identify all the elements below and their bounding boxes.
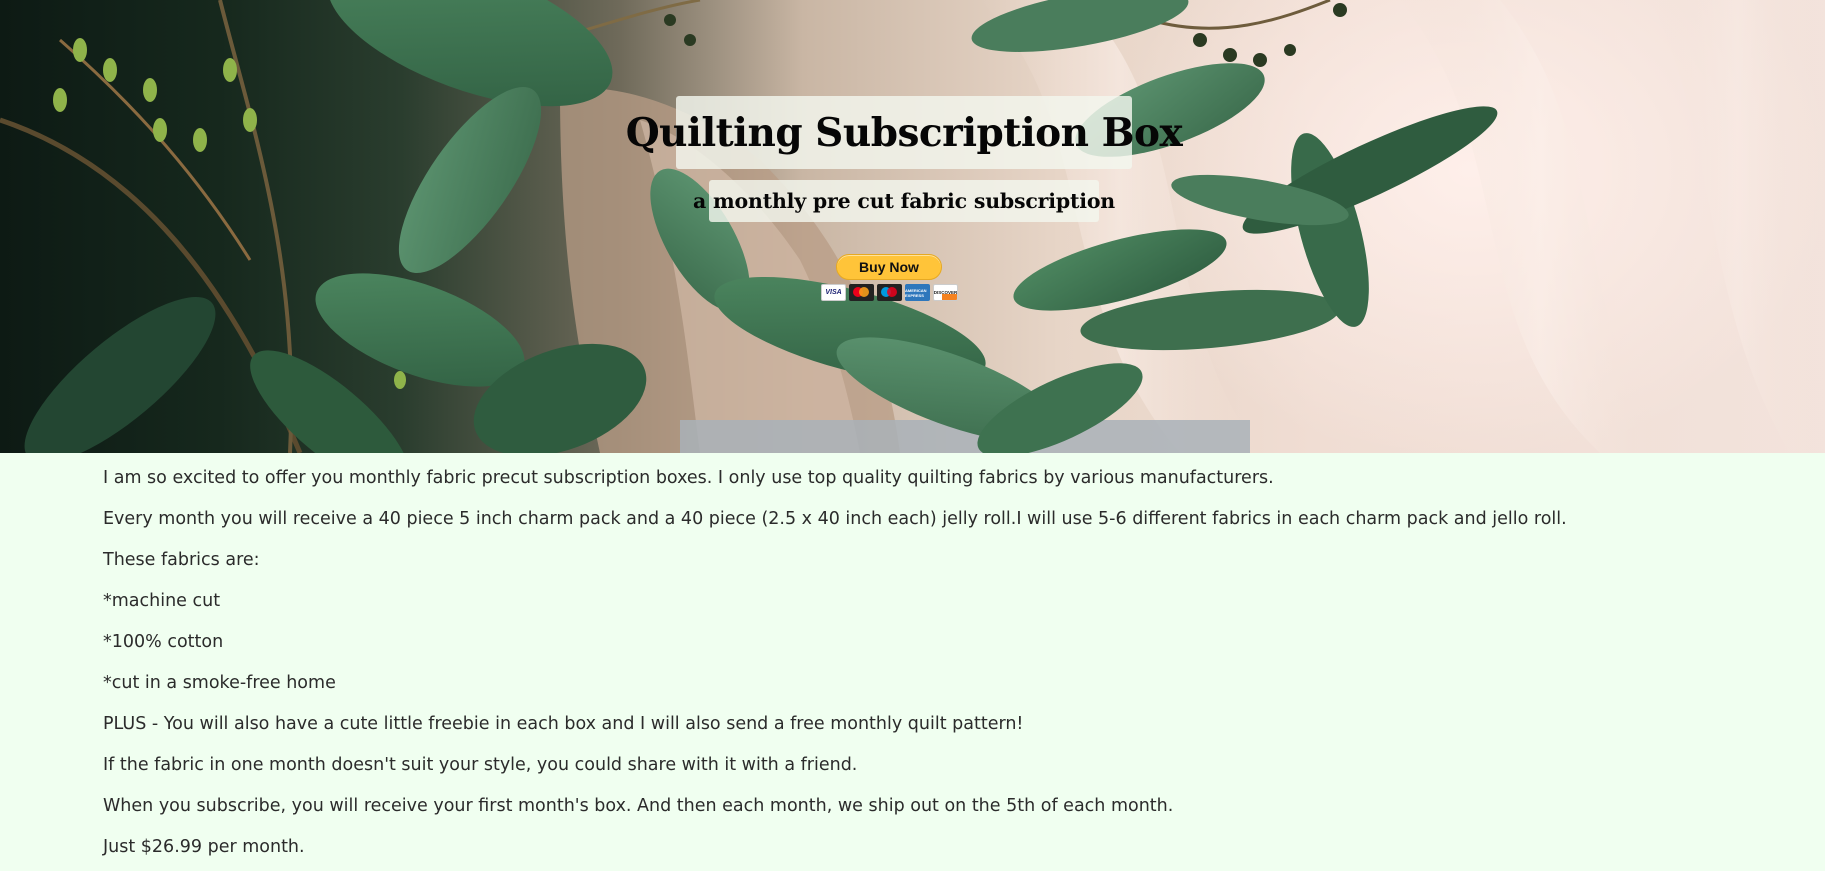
paypal-buy-now-button[interactable]: Buy Now [836,254,942,280]
paragraph-intro: I am so excited to offer you monthly fab… [103,468,1274,488]
buy-now-label: Buy Now [859,259,919,275]
list-item-smoke-free: *cut in a smoke-free home [103,673,336,693]
page-subtitle-text: a monthly pre cut fabric subscription [693,189,1116,213]
paragraph-price: Just $26.99 per month. [103,837,305,857]
page-title-text: Quilting Subscription Box [625,109,1183,156]
list-item-machine-cut: *machine cut [103,591,221,611]
paragraph-share: If the fabric in one month doesn't suit … [103,755,858,775]
page-subtitle: a monthly pre cut fabric subscription [693,180,1115,222]
mastercard-icon [849,284,874,301]
eucalyptus-background-image [0,0,1825,453]
visa-icon: VISA [821,284,846,301]
paragraph-shipping: When you subscribe, you will receive you… [103,796,1174,816]
list-item-cotton: *100% cotton [103,632,224,652]
description-section: I am so excited to offer you monthly fab… [103,458,1753,868]
paragraph-fabrics-heading: These fabrics are: [103,550,260,570]
hero-banner: Quilting Subscription Box a monthly pre … [0,0,1825,453]
paragraph-monthly-contents: Every month you will receive a 40 piece … [103,509,1567,529]
discover-label: DISCOVER [933,290,958,295]
amex-icon: AMERICAN EXPRESS [905,284,930,301]
payment-card-logos: VISA AMERICAN EXPRESS DISCOVER [821,284,958,301]
page-title: Quilting Subscription Box [626,96,1183,169]
paragraph-freebie: PLUS - You will also have a cute little … [103,714,1024,734]
visa-label: VISA [825,289,842,296]
amex-label: AMERICAN EXPRESS [905,287,927,298]
maestro-icon [877,284,902,301]
discover-icon: DISCOVER [933,284,958,301]
